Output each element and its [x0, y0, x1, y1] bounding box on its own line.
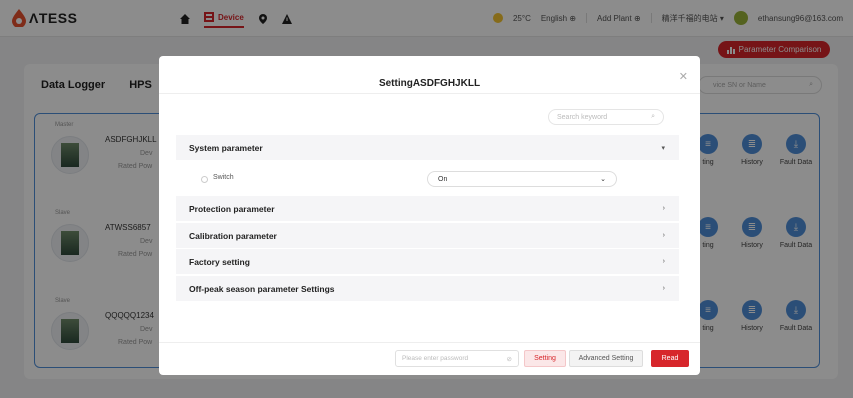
chevron-right-icon: ›	[662, 205, 665, 212]
keyword-search-input[interactable]: Search keyword ⌕	[548, 109, 664, 125]
switch-field-row: Switch On ⌄	[176, 168, 679, 192]
keyword-search-placeholder: Search keyword	[557, 113, 608, 121]
chevron-right-icon: ›	[662, 258, 665, 265]
divider	[159, 342, 700, 343]
advanced-setting-button[interactable]: Advanced Setting	[569, 350, 643, 367]
eye-off-icon[interactable]: ⊘	[507, 355, 512, 363]
modal-title: SettingASDFGHJKLL	[378, 78, 481, 89]
section-factory-setting[interactable]: Factory setting ›	[176, 249, 679, 274]
read-button[interactable]: Read	[651, 350, 689, 367]
password-placeholder: Please enter password	[402, 355, 469, 362]
chevron-right-icon: ›	[662, 232, 665, 239]
switch-value: On	[438, 175, 448, 183]
chevron-down-icon: ▾	[661, 144, 665, 152]
section-title: Factory setting	[189, 256, 250, 267]
section-calibration-parameter[interactable]: Calibration parameter ›	[176, 223, 679, 248]
section-title: Off-peak season parameter Settings	[189, 283, 335, 294]
chevron-down-icon: ⌄	[600, 176, 606, 183]
setting-modal: SettingASDFGHJKLL ✕ Search keyword ⌕ Sys…	[159, 56, 700, 375]
password-input[interactable]: Please enter password ⊘	[395, 350, 519, 367]
section-protection-parameter[interactable]: Protection parameter ›	[176, 196, 679, 221]
switch-label: Switch	[213, 174, 234, 181]
switch-select[interactable]: On ⌄	[427, 171, 617, 187]
chevron-right-icon: ›	[662, 285, 665, 292]
section-off-peak-season[interactable]: Off-peak season parameter Settings ›	[176, 276, 679, 301]
switch-radio[interactable]	[201, 176, 208, 183]
divider	[159, 93, 700, 94]
close-icon[interactable]: ✕	[679, 70, 688, 83]
search-icon: ⌕	[651, 113, 655, 120]
section-system-parameter[interactable]: System parameter ▾	[176, 135, 679, 160]
setting-button[interactable]: Setting	[524, 350, 566, 367]
section-title: Protection parameter	[189, 203, 275, 214]
section-title: System parameter	[189, 142, 263, 153]
section-title: Calibration parameter	[189, 230, 277, 241]
